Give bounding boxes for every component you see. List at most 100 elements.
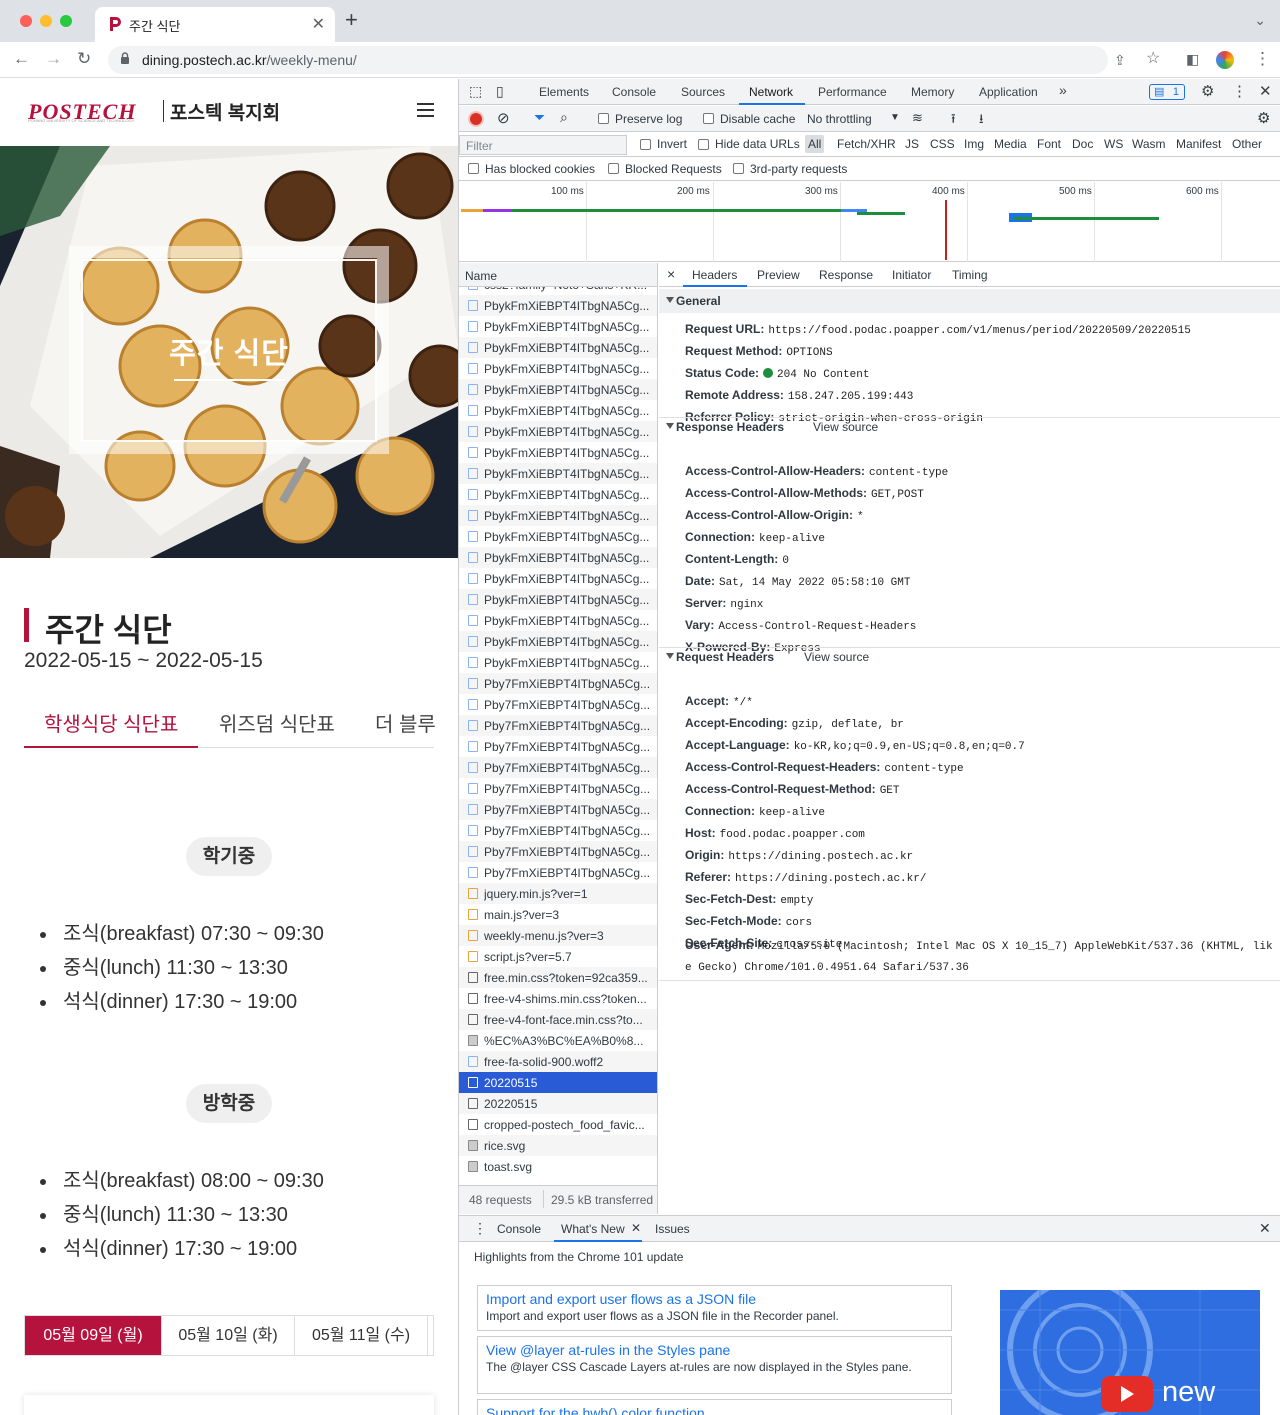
card-title[interactable]: Support for the hwb() color function [486, 1405, 705, 1415]
profile-avatar[interactable] [1216, 51, 1234, 69]
request-row[interactable]: 20220515 [459, 1072, 657, 1093]
invert-checkbox[interactable] [640, 139, 651, 150]
request-row[interactable]: Pby7FmXiEBPT4ITbgNA5Cg... [459, 715, 657, 736]
filter-funnel-icon[interactable]: ⏷ [534, 109, 545, 126]
close-tab-icon[interactable]: ✕ [312, 14, 325, 34]
card-title[interactable]: View @layer at-rules in the Styles pane [486, 1342, 730, 1358]
request-row[interactable]: PbykFmXiEBPT4ITbgNA5Cg... [459, 610, 657, 631]
tab-search-chevron-icon[interactable]: ⌄ [1254, 12, 1266, 29]
record-button[interactable] [470, 113, 482, 125]
disable-cache-checkbox[interactable] [703, 113, 714, 124]
preserve-log-checkbox[interactable] [598, 113, 609, 124]
more-tabs-icon[interactable]: » [1059, 82, 1067, 98]
request-row[interactable]: Pby7FmXiEBPT4ITbgNA5Cg... [459, 862, 657, 883]
request-row[interactable]: PbykFmXiEBPT4ITbgNA5Cg... [459, 547, 657, 568]
request-row[interactable]: Pby7FmXiEBPT4ITbgNA5Cg... [459, 799, 657, 820]
clear-icon[interactable]: ⊘ [497, 109, 510, 127]
tab-performance[interactable]: Performance [818, 85, 887, 99]
drawer-tab-console[interactable]: Console [497, 1222, 541, 1236]
issues-badge[interactable]: ▤ 1 [1149, 84, 1185, 100]
response-headers-section-header[interactable]: Response Headers View source [659, 415, 1280, 439]
request-row[interactable]: Pby7FmXiEBPT4ITbgNA5Cg... [459, 757, 657, 778]
request-row[interactable]: free-fa-solid-900.woff2 [459, 1051, 657, 1072]
request-row[interactable]: PbykFmXiEBPT4ITbgNA5Cg... [459, 652, 657, 673]
request-row[interactable]: Pby7FmXiEBPT4ITbgNA5Cg... [459, 673, 657, 694]
throttling-select[interactable]: No throttling [807, 112, 872, 126]
blocked-requests-checkbox[interactable] [608, 163, 619, 174]
request-row[interactable]: 20220515 [459, 1093, 657, 1114]
type-filter-css[interactable]: CSS [930, 137, 955, 151]
request-row[interactable]: script.js?ver=5.7 [459, 946, 657, 967]
request-row[interactable]: PbykFmXiEBPT4ITbgNA5Cg... [459, 316, 657, 337]
drawer-tab-issues[interactable]: Issues [655, 1222, 690, 1236]
card-title[interactable]: Import and export user flows as a JSON f… [486, 1291, 756, 1307]
zoom-window-button[interactable] [60, 15, 72, 27]
close-whats-new-icon[interactable]: ✕ [631, 1221, 641, 1235]
bookmark-star-icon[interactable]: ☆ [1146, 48, 1160, 70]
request-headers-section-header[interactable]: Request Headers View source [659, 645, 1280, 669]
close-detail-icon[interactable]: × [667, 266, 675, 282]
new-tab-icon[interactable]: + [345, 9, 358, 31]
close-drawer-icon[interactable]: ✕ [1259, 1220, 1271, 1237]
request-row[interactable]: weekly-menu.js?ver=3 [459, 925, 657, 946]
tab-memory[interactable]: Memory [911, 85, 954, 99]
tab-console[interactable]: Console [612, 85, 656, 99]
tab-the-blue[interactable]: 더 블루 [375, 708, 436, 737]
drawer-tab-whats-new[interactable]: What's New [561, 1222, 625, 1236]
tab-timing[interactable]: Timing [952, 268, 988, 282]
type-filter-font[interactable]: Font [1037, 137, 1061, 151]
request-row[interactable]: free-v4-shims.min.css?token... [459, 988, 657, 1009]
tab-sources[interactable]: Sources [681, 85, 725, 99]
third-party-checkbox[interactable] [733, 163, 744, 174]
type-filter-img[interactable]: Img [964, 137, 984, 151]
blocked-cookies-checkbox[interactable] [468, 163, 479, 174]
whats-new-card[interactable]: Import and export user flows as a JSON f… [477, 1285, 952, 1331]
search-icon[interactable]: ⌕ [560, 109, 568, 126]
throttling-dropdown-icon[interactable]: ▼ [890, 112, 900, 123]
request-row[interactable]: PbykFmXiEBPT4ITbgNA5Cg... [459, 484, 657, 505]
request-row[interactable]: PbykFmXiEBPT4ITbgNA5Cg... [459, 526, 657, 547]
request-row[interactable]: PbykFmXiEBPT4ITbgNA5Cg... [459, 589, 657, 610]
device-toolbar-icon[interactable]: ▯ [496, 83, 504, 100]
import-har-icon[interactable]: ⭱ [951, 110, 956, 132]
type-filter-js[interactable]: JS [905, 137, 919, 151]
type-filter-other[interactable]: Other [1232, 137, 1262, 151]
request-row[interactable]: Pby7FmXiEBPT4ITbgNA5Cg... [459, 778, 657, 799]
request-row[interactable]: Pby7FmXiEBPT4ITbgNA5Cg... [459, 694, 657, 715]
request-row[interactable]: PbykFmXiEBPT4ITbgNA5Cg... [459, 505, 657, 526]
request-row[interactable]: PbykFmXiEBPT4ITbgNA5Cg... [459, 442, 657, 463]
request-row[interactable]: free-v4-font-face.min.css?to... [459, 1009, 657, 1030]
hamburger-menu-icon[interactable] [417, 103, 434, 117]
request-view-source-link[interactable]: View source [804, 650, 869, 664]
tab-network[interactable]: Network [749, 85, 793, 99]
request-row[interactable]: free.min.css?token=92ca359... [459, 967, 657, 988]
request-row[interactable]: css2?family=Noto+Sans+KR... [459, 287, 657, 295]
inspect-element-icon[interactable]: ⬚ [469, 83, 482, 100]
tab-initiator[interactable]: Initiator [892, 268, 931, 282]
back-icon[interactable]: ← [13, 48, 30, 70]
forward-icon[interactable]: → [45, 48, 62, 70]
day-tab-0509[interactable]: 05월 09일 (월) [25, 1316, 162, 1355]
request-row[interactable]: PbykFmXiEBPT4ITbgNA5Cg... [459, 379, 657, 400]
browser-menu-icon[interactable]: ⋮ [1254, 48, 1271, 70]
request-row[interactable]: Pby7FmXiEBPT4ITbgNA5Cg... [459, 841, 657, 862]
export-har-icon[interactable]: ⭳ [979, 110, 984, 132]
request-row[interactable]: Pby7FmXiEBPT4ITbgNA5Cg... [459, 820, 657, 841]
network-conditions-icon[interactable]: ≋ [912, 110, 923, 126]
type-filter-wasm[interactable]: Wasm [1132, 137, 1166, 151]
lock-icon[interactable] [120, 52, 130, 65]
site-name[interactable]: 포스텍 복지회 [170, 98, 280, 125]
minimize-window-button[interactable] [40, 15, 52, 27]
browser-tab[interactable]: 주간 식단 ✕ [95, 7, 335, 42]
general-section-header[interactable]: General [659, 289, 1280, 313]
network-overview-timeline[interactable]: 100 ms 200 ms 300 ms 400 ms 500 ms 600 m… [459, 182, 1280, 262]
settings-gear-icon[interactable]: ⚙ [1201, 82, 1214, 100]
devtools-menu-icon[interactable]: ⋮ [1232, 82, 1247, 100]
request-row[interactable]: PbykFmXiEBPT4ITbgNA5Cg... [459, 568, 657, 589]
tab-student-cafeteria[interactable]: 학생식당 식단표 [44, 708, 178, 737]
type-filter-fetch[interactable]: Fetch/XHR [837, 137, 896, 151]
reload-icon[interactable]: ↻ [77, 48, 91, 70]
name-column-header[interactable]: Name [459, 263, 657, 287]
tab-headers[interactable]: Headers [692, 268, 737, 282]
whats-new-video-thumbnail[interactable]: new [1000, 1290, 1260, 1415]
